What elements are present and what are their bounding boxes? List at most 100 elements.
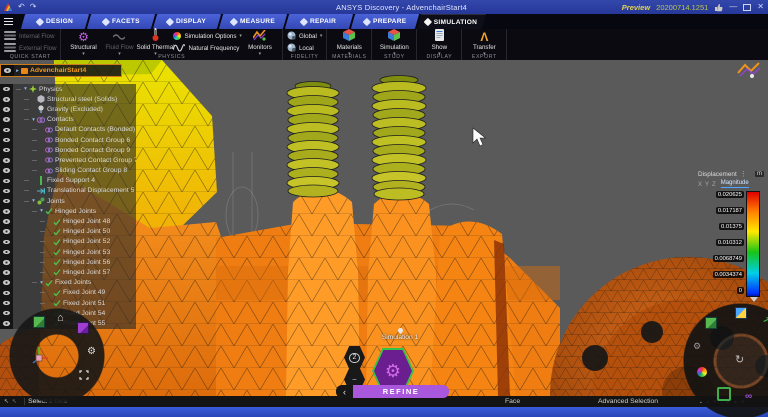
select-cursor-icon[interactable]: ↖: [4, 398, 9, 405]
visibility-eye-icon[interactable]: [1, 65, 14, 76]
legend-tab-y[interactable]: Y: [705, 182, 709, 188]
expand-arrow-icon[interactable]: ▾: [22, 86, 29, 92]
refine-button[interactable]: Refine: [353, 385, 449, 398]
3d-viewport[interactable]: ▸ AdvenchairStart4 ▾PhysicsStructural st…: [0, 60, 768, 396]
visibility-eye-icon[interactable]: [0, 216, 13, 226]
expand-arrow-icon[interactable]: ▾: [38, 280, 45, 286]
view-nav-wheel[interactable]: ⌂ ⚙: [9, 308, 105, 404]
box-select-cursor-icon[interactable]: ↖: [12, 398, 17, 405]
visibility-eye-icon[interactable]: [0, 278, 13, 288]
tab-design[interactable]: Design: [21, 14, 89, 29]
legend-tab-x[interactable]: X: [698, 182, 702, 188]
view-settings-gear-icon[interactable]: ⚙: [87, 346, 96, 357]
legend-tab-z[interactable]: Z: [712, 182, 716, 188]
visibility-eye-icon[interactable]: [0, 318, 13, 328]
tree-item-default-contacts-bonded[interactable]: Default Contacts (Bonded): [0, 125, 136, 135]
monitors-button[interactable]: Monitors▾: [242, 30, 278, 56]
tree-item-hinged-joint-48[interactable]: Hinged Joint 48: [0, 216, 136, 226]
simulation-button[interactable]: Simulation▾: [376, 30, 412, 56]
expand-arrow-icon[interactable]: ▸: [14, 68, 21, 74]
tree-item-translational-displacement-5[interactable]: Translational Displacement 5: [0, 186, 136, 196]
visibility-eye-icon[interactable]: [0, 135, 13, 145]
external-flow-button[interactable]: External Flow: [4, 43, 56, 53]
tree-item-bonded-contact-group-6[interactable]: Bonded Contact Group 6: [0, 135, 136, 145]
tree-item-hinged-joint-52[interactable]: Hinged Joint 52: [0, 237, 136, 247]
transfer-button[interactable]: ΛTransfer▾: [466, 30, 502, 56]
legend-menu-icon[interactable]: ⋮: [740, 170, 747, 178]
monitors-loop-icon[interactable]: ∞: [745, 391, 752, 402]
expand-arrow-icon[interactable]: ▾: [30, 198, 37, 204]
mesh-gear-icon[interactable]: ⚙: [693, 341, 701, 352]
visibility-eye-icon[interactable]: [0, 84, 13, 94]
isometric-view-icon[interactable]: [33, 316, 45, 328]
visibility-eye-icon[interactable]: [0, 308, 13, 318]
visibility-eye-icon[interactable]: [0, 145, 13, 155]
visibility-eye-icon[interactable]: [0, 104, 13, 114]
tab-measure[interactable]: Measure: [219, 14, 287, 29]
structural-button[interactable]: ⚙Structural▾: [65, 30, 101, 56]
tree-item-bonded-contact-group-9[interactable]: Bonded Contact Group 9: [0, 145, 136, 155]
minimize-button[interactable]: —: [729, 3, 737, 11]
expand-arrow-icon[interactable]: ▾: [38, 208, 45, 214]
materials-button[interactable]: Materials▾: [331, 30, 367, 56]
visibility-eye-icon[interactable]: [0, 227, 13, 237]
visibility-eye-icon[interactable]: [0, 257, 13, 267]
fidelity-cube-icon[interactable]: [705, 317, 717, 329]
natural-frequency-button[interactable]: Natural Frequency: [173, 43, 241, 53]
zoom-extents-icon[interactable]: [79, 370, 89, 380]
tree-item-hinged-joint-53[interactable]: Hinged Joint 53: [0, 247, 136, 257]
visibility-eye-icon[interactable]: [0, 186, 13, 196]
selection-mode-label[interactable]: Face: [505, 398, 520, 405]
visibility-eye-icon[interactable]: [0, 155, 13, 165]
tree-item-prevented-contact-group-7[interactable]: Prevented Contact Group 7: [0, 155, 136, 165]
visibility-eye-icon[interactable]: [0, 166, 13, 176]
visibility-eye-icon[interactable]: [0, 94, 13, 104]
tab-display[interactable]: Display: [153, 14, 221, 29]
feedback-thumb-icon[interactable]: [714, 3, 723, 12]
advanced-selection-label[interactable]: Advanced Selection: [598, 398, 658, 405]
maximize-button[interactable]: [743, 4, 751, 11]
visibility-eye-icon[interactable]: [0, 115, 13, 125]
visibility-eye-icon[interactable]: [0, 288, 13, 298]
legend-tab-magnitude[interactable]: Magnitude: [721, 180, 749, 188]
materials-palette-icon[interactable]: [697, 367, 707, 377]
tree-item-hinged-joint-50[interactable]: Hinged Joint 50: [0, 227, 136, 237]
tree-item-physics[interactable]: ▾Physics: [0, 84, 136, 94]
redo-icon[interactable]: ↷: [30, 3, 37, 11]
refine-collapse-chevron[interactable]: ‹: [336, 385, 353, 398]
tree-item-hinged-joint-56[interactable]: Hinged Joint 56: [0, 257, 136, 267]
visibility-eye-icon[interactable]: [0, 298, 13, 308]
export-arrow-icon[interactable]: ➔: [761, 314, 768, 328]
tree-item-fixed-joint-49[interactable]: Fixed Joint 49: [0, 288, 136, 298]
show-button[interactable]: Show▾: [421, 30, 457, 56]
solid-thermal-button[interactable]: Solid Thermal▾: [137, 30, 173, 56]
tree-item-gravity-excluded[interactable]: Gravity (Excluded): [0, 104, 136, 114]
tree-item-fixed-joints[interactable]: ▾Fixed Joints: [0, 278, 136, 288]
model-cube-icon[interactable]: [735, 307, 747, 319]
home-view-icon[interactable]: ⌂: [57, 312, 64, 324]
tab-simulation[interactable]: Simulation: [417, 14, 486, 29]
visibility-eye-icon[interactable]: [0, 196, 13, 206]
visibility-eye-icon[interactable]: [0, 267, 13, 277]
tab-prepare[interactable]: Prepare: [351, 14, 419, 29]
local-button[interactable]: Local: [287, 43, 322, 53]
tab-facets[interactable]: Facets: [87, 14, 155, 29]
fidelity-counter-hex[interactable]: 2: [344, 346, 365, 369]
legend-color-bar[interactable]: [746, 191, 760, 297]
section-view-icon[interactable]: [77, 322, 89, 334]
tree-root-item[interactable]: ▸ AdvenchairStart4: [0, 64, 122, 77]
expand-arrow-icon[interactable]: ▾: [30, 117, 37, 123]
rotate-ring-icon[interactable]: ↻: [735, 353, 744, 366]
display-square-icon[interactable]: [717, 387, 731, 401]
tree-item-sliding-contact-group-8[interactable]: Sliding Contact Group 8: [0, 166, 136, 176]
visibility-eye-icon[interactable]: [0, 125, 13, 135]
visibility-eye-icon[interactable]: [0, 247, 13, 257]
visibility-eye-icon[interactable]: [0, 176, 13, 186]
close-button[interactable]: ✕: [757, 3, 764, 11]
tree-item-fixed-joint-51[interactable]: Fixed Joint 51: [0, 298, 136, 308]
tree-item-hinged-joint-57[interactable]: Hinged Joint 57: [0, 267, 136, 277]
fluid-flow-button[interactable]: Fluid Flow▾: [101, 30, 137, 56]
visibility-eye-icon[interactable]: [0, 206, 13, 216]
tree-item-contacts[interactable]: ▾Contacts: [0, 115, 136, 125]
tree-item-hinged-joints[interactable]: ▾Hinged Joints: [0, 206, 136, 216]
